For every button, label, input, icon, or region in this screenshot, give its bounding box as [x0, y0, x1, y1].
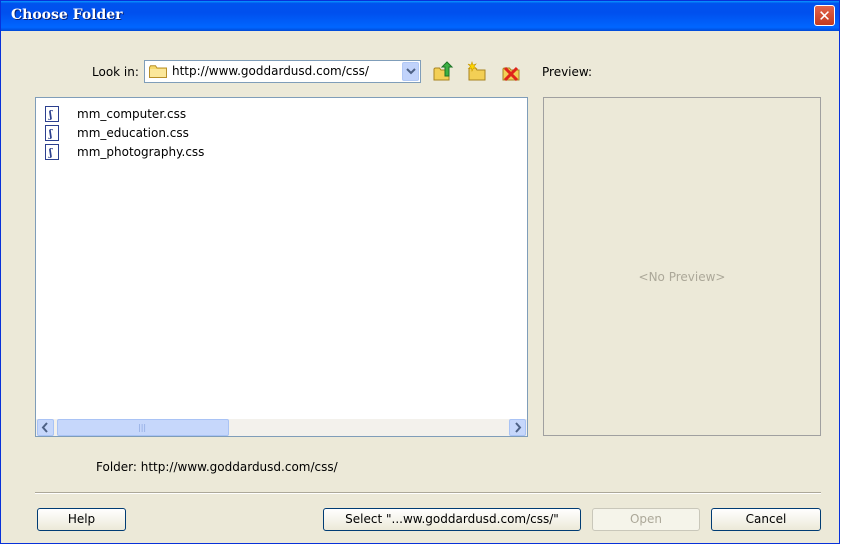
css-file-icon: ʃ	[45, 125, 59, 141]
scroll-right-icon[interactable]	[509, 419, 526, 436]
scrollbar-thumb[interactable]: |||	[57, 419, 229, 436]
file-name: mm_education.css	[77, 126, 189, 140]
no-preview-text: <No Preview>	[638, 270, 726, 284]
file-list[interactable]: ʃ mm_computer.css ʃ mm_education.css ʃ m…	[35, 97, 528, 437]
close-icon[interactable]: ✕	[814, 5, 835, 26]
horizontal-scrollbar[interactable]: |||	[36, 419, 527, 436]
open-button[interactable]: Open	[592, 508, 700, 531]
preview-label: Preview:	[542, 65, 593, 79]
folder-label: Folder:	[96, 460, 137, 474]
delete-icon[interactable]	[500, 61, 522, 83]
look-in-value: http://www.goddardusd.com/css/	[172, 64, 369, 78]
look-in-dropdown[interactable]: http://www.goddardusd.com/css/	[144, 60, 421, 83]
folder-value: http://www.goddardusd.com/css/	[140, 460, 338, 474]
svg-text:ʃ: ʃ	[48, 148, 53, 159]
file-name: mm_computer.css	[77, 107, 187, 121]
css-file-icon: ʃ	[45, 144, 59, 160]
folder-icon	[149, 65, 167, 78]
divider	[35, 492, 821, 494]
file-name: mm_photography.css	[77, 145, 205, 159]
title-bar[interactable]: Choose Folder ✕	[1, 1, 839, 31]
svg-text:ʃ: ʃ	[48, 129, 53, 140]
scroll-left-icon[interactable]	[37, 419, 54, 436]
folder-path: Folder: http://www.goddardusd.com/css/	[96, 460, 338, 474]
svg-text:ʃ: ʃ	[48, 110, 53, 121]
preview-pane: <No Preview>	[543, 97, 821, 436]
chevron-down-icon[interactable]	[402, 62, 419, 81]
up-one-level-icon[interactable]	[432, 61, 454, 83]
new-folder-icon[interactable]	[466, 61, 488, 83]
look-in-label: Look in:	[92, 65, 139, 79]
help-button[interactable]: Help	[37, 508, 126, 531]
css-file-icon: ʃ	[45, 106, 59, 122]
select-button[interactable]: Select "...ww.goddardusd.com/css/"	[323, 508, 581, 531]
choose-folder-dialog: Choose Folder ✕ Look in: http://www.godd…	[0, 0, 840, 544]
dialog-title: Choose Folder	[11, 7, 123, 23]
cancel-button[interactable]: Cancel	[711, 508, 821, 531]
